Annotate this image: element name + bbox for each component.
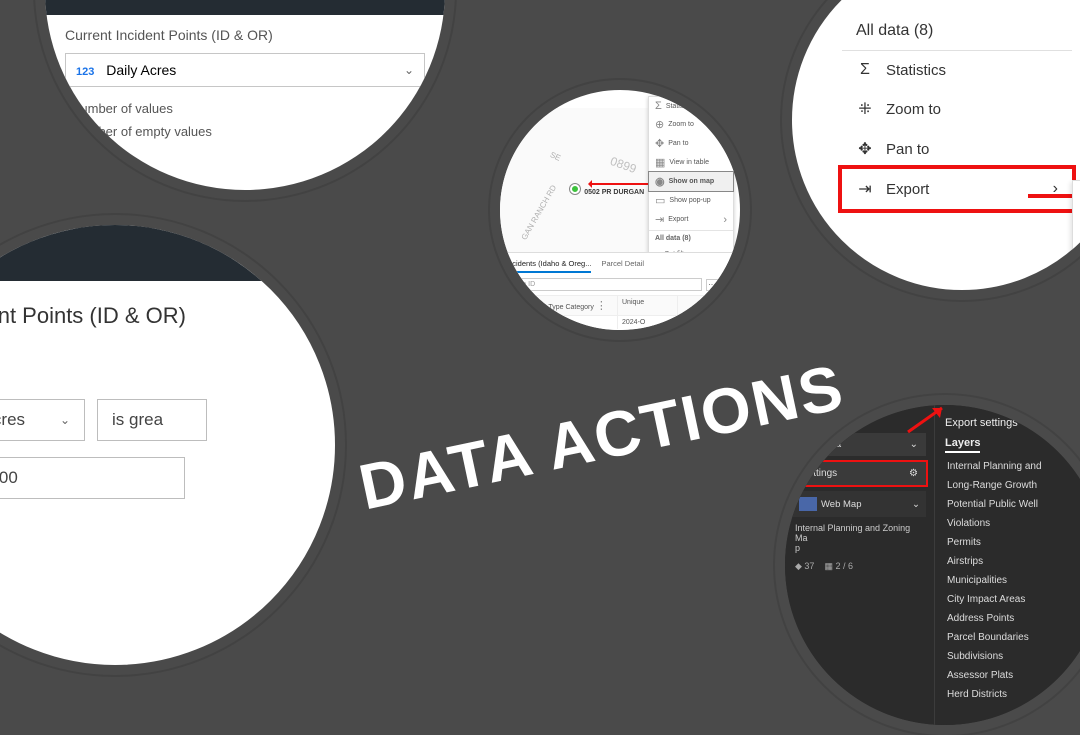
- zoom-icon: ⁜: [856, 99, 874, 119]
- table-icon: ▦: [655, 156, 665, 169]
- attribute-table: Incidents (Idaho & Oreg... Parcel Detail…: [500, 252, 740, 330]
- filter-value-input[interactable]: 1000: [0, 457, 185, 499]
- export-submenu: Exp Exp Exp: [1072, 180, 1080, 300]
- menu-section-header: All data (8): [649, 232, 733, 245]
- filter-field-value: Daily Acres: [0, 410, 25, 430]
- filter-operator-select[interactable]: is grea: [97, 399, 207, 441]
- layer-item[interactable]: Subdivisions: [935, 647, 1080, 666]
- data-action-menu: All data (8) ΣStatistics ⁜Zoom to ✥Pan t…: [842, 12, 1072, 209]
- pan-icon: ✥: [655, 137, 664, 150]
- statistics-field-value: Daily Acres: [106, 62, 176, 78]
- submenu-item[interactable]: Exp: [1073, 181, 1080, 222]
- layer-item[interactable]: Potential Public Well: [935, 495, 1080, 514]
- field-type-tag: 123: [76, 66, 94, 78]
- submenu-item[interactable]: Exp: [1073, 263, 1080, 300]
- menu-item-zoom-to[interactable]: ⁜Zoom to: [842, 89, 1072, 129]
- menu-item-statistics[interactable]: ΣStatistics: [649, 97, 733, 115]
- map-pin-icon: ◉: [655, 175, 665, 188]
- layer-item[interactable]: Internal Planning and: [935, 457, 1080, 476]
- layer-count: ▦ 2 / 6: [824, 561, 853, 572]
- popup-icon: ▭: [655, 194, 665, 207]
- tab-layers[interactable]: Layers: [945, 435, 980, 453]
- menu-item-show-popup[interactable]: ▭Show pop-up: [649, 191, 733, 210]
- menu-item-export[interactable]: ⇥ Export ›: [842, 169, 1072, 209]
- map-thumbnail: [799, 497, 817, 511]
- layers-left-pane: 🔍 Add data⌄ Settings ⚙ Web Map ⌄ Interna…: [785, 405, 935, 725]
- settings-button[interactable]: Settings ⚙: [793, 462, 926, 485]
- stat-row-count: Number of values: [71, 97, 419, 120]
- menu-item-zoom-to[interactable]: ⊕Zoom to: [649, 115, 733, 134]
- grid-icon[interactable]: ▦: [722, 279, 734, 291]
- filter-field-select[interactable]: Daily Acres ⌄: [0, 399, 85, 441]
- layer-item[interactable]: Address Points: [935, 609, 1080, 628]
- filter-layer-title: Incident Points (ID & OR): [0, 281, 335, 329]
- statistics-layer-label: Current Incident Points (ID & OR): [45, 15, 445, 49]
- sigma-icon: Σ: [856, 61, 874, 79]
- menu-header: All data (8): [842, 12, 1072, 51]
- map-name: Internal Planning and Zoning Ma: [795, 523, 910, 543]
- layer-item[interactable]: City Impact Areas: [935, 590, 1080, 609]
- feature-count: ◆ 37: [795, 561, 814, 572]
- statistics-field-select[interactable]: 123 Daily Acres ⌄: [65, 53, 425, 87]
- house-number: 0899: [608, 154, 638, 176]
- layer-item[interactable]: Permits: [935, 533, 1080, 552]
- close-icon[interactable]: ✕: [410, 0, 427, 5]
- table-row[interactable]: WF 2024-O: [500, 316, 740, 329]
- chevron-down-icon: ⌄: [404, 63, 414, 77]
- submenu-item[interactable]: Exp: [1073, 222, 1080, 263]
- layers-list: Internal Planning and Long-Range Growth …: [935, 453, 1080, 708]
- col-select[interactable]: [500, 296, 518, 315]
- layers-right-pane: Export settings ✕ Layers Internal Planni…: [935, 405, 1080, 725]
- stat-row-empty: Number of empty values: [71, 120, 419, 143]
- menu-item-export[interactable]: ⇥Export›: [649, 210, 733, 229]
- layer-item[interactable]: Parcel Boundaries: [935, 628, 1080, 647]
- layer-item[interactable]: Herd Districts: [935, 685, 1080, 704]
- layer-item[interactable]: Municipalities: [935, 571, 1080, 590]
- pan-icon: ✥: [856, 139, 874, 159]
- export-icon: ⇥: [655, 213, 664, 226]
- point-marker-icon: [570, 184, 580, 194]
- gear-icon: ⚙: [909, 468, 918, 479]
- point-label: 0502 PR DURGAN: [584, 189, 644, 196]
- road-label: SE: [549, 150, 562, 163]
- col-unique[interactable]: Unique: [618, 296, 678, 315]
- webmap-item[interactable]: Web Map ⌄: [793, 491, 926, 517]
- incident-point[interactable]: 0502 PR DURGAN: [570, 184, 644, 196]
- tab-incidents[interactable]: Incidents (Idaho & Oreg...: [506, 259, 591, 273]
- filter-panel: Incident Points (ID & OR) Daily Acres ⌄ …: [0, 215, 345, 675]
- export-settings-header: Export settings: [945, 417, 1018, 429]
- layer-item[interactable]: Assessor Plats: [935, 666, 1080, 685]
- layer-item[interactable]: Long-Range Growth: [935, 476, 1080, 495]
- layer-item[interactable]: Airstrips: [935, 552, 1080, 571]
- layer-item[interactable]: Violations: [935, 514, 1080, 533]
- menu-item-pan-to[interactable]: ✥Pan to: [842, 129, 1072, 169]
- menu-item-statistics[interactable]: ΣStatistics: [842, 51, 1072, 89]
- sigma-icon: Σ: [655, 100, 662, 112]
- layers-config-panel: 🔍 Add data⌄ Settings ⚙ Web Map ⌄ Interna…: [775, 395, 1080, 735]
- page-title: DATA ACTIONS: [353, 350, 851, 525]
- zoom-icon: ⊕: [655, 118, 664, 131]
- col-incident-type[interactable]: Incident Type Category ⋮: [518, 296, 618, 315]
- statistics-panel: Statistics ✕ Current Incident Points (ID…: [35, 0, 455, 200]
- tab-parcel-detail[interactable]: Parcel Detail: [601, 259, 644, 273]
- menu-item-view-in-table[interactable]: ▦View in table: [649, 153, 733, 172]
- chevron-down-icon: ⌄: [60, 413, 70, 427]
- map-context-panel: SE GAN RANCH RD 0899 0502 PR DURGAN ΣSta…: [490, 80, 750, 340]
- table-search-input[interactable]: Type ID: [506, 278, 702, 291]
- statistics-title: Statistics: [63, 0, 127, 2]
- more-icon[interactable]: ⋯: [706, 279, 718, 291]
- menu-item-show-on-map[interactable]: ◉Show on map: [649, 172, 733, 191]
- add-data-button[interactable]: Add data⌄: [793, 433, 926, 456]
- export-icon: ⇥: [856, 179, 874, 199]
- road-label: GAN RANCH RD: [520, 183, 559, 241]
- map-canvas[interactable]: SE GAN RANCH RD 0899 0502 PR DURGAN: [500, 108, 658, 258]
- menu-item-pan-to[interactable]: ✥Pan to: [649, 134, 733, 153]
- export-panel: ⊞ ⠿ › Population All data (8) ΣStatistic…: [782, 0, 1080, 300]
